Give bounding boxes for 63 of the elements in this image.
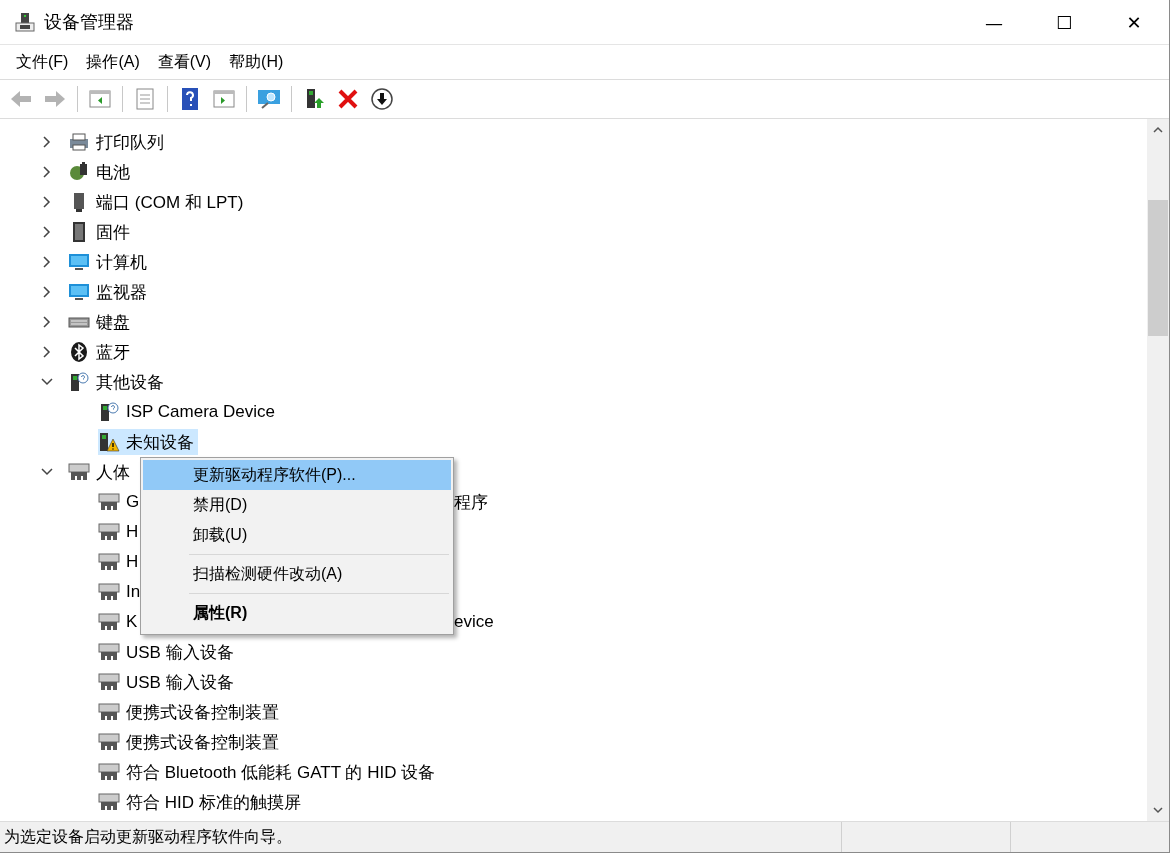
tree-item[interactable]: H	[98, 549, 143, 575]
context-menu-item[interactable]: 属性(R)	[143, 598, 451, 628]
menu-item[interactable]: 操作(A)	[78, 47, 148, 77]
printer-icon	[68, 131, 90, 153]
tree-item[interactable]: 蓝牙	[68, 339, 134, 365]
tree-item[interactable]: 端口 (COM 和 LPT)	[68, 189, 248, 215]
battery-icon	[68, 161, 90, 183]
tree-item[interactable]: G	[98, 489, 144, 515]
input-device-icon	[98, 521, 120, 543]
context-menu-item[interactable]: 禁用(D)	[143, 490, 451, 520]
unknown-device-icon	[68, 371, 90, 393]
context-menu-item[interactable]: 扫描检测硬件改动(A)	[143, 559, 451, 589]
input-device-icon	[98, 761, 120, 783]
tree-item[interactable]: 便携式设备控制装置	[98, 729, 283, 755]
tree-item[interactable]: 符合 HID 标准的触摸屏	[98, 789, 305, 815]
context-menu-item[interactable]: 更新驱动程序软件(P)...	[143, 460, 451, 490]
minimize-button[interactable]: —	[959, 0, 1029, 44]
input-device-icon	[98, 551, 120, 573]
input-device-icon	[98, 491, 120, 513]
tree-item[interactable]: 未知设备	[98, 429, 198, 455]
tree-item[interactable]: H	[98, 519, 143, 545]
input-device-icon	[68, 461, 90, 483]
bluetooth-icon	[68, 341, 90, 363]
scrollbar[interactable]	[1147, 119, 1169, 821]
tree-item[interactable]: 打印队列	[68, 129, 168, 155]
input-device-icon	[98, 791, 120, 813]
scroll-down-icon[interactable]	[1152, 804, 1164, 816]
tree-item[interactable]: 监视器	[68, 279, 151, 305]
tree-item-text: evice	[454, 612, 494, 632]
input-device-icon	[98, 581, 120, 603]
tree-item[interactable]: 便携式设备控制装置	[98, 699, 283, 725]
close-button[interactable]: ✕	[1099, 0, 1169, 44]
tree-item[interactable]: 键盘	[68, 309, 134, 335]
tree-item[interactable]: K	[98, 609, 142, 635]
tree-item[interactable]: 其他设备	[68, 369, 168, 395]
input-device-icon	[98, 641, 120, 663]
window-title: 设备管理器	[44, 11, 135, 34]
tree-item[interactable]: 固件	[68, 219, 134, 245]
input-device-icon	[98, 671, 120, 693]
unknown-device-icon	[98, 401, 120, 423]
menu-item[interactable]: 文件(F)	[8, 47, 77, 77]
device-manager-icon	[14, 11, 36, 33]
monitor-icon	[68, 251, 90, 273]
input-device-icon	[98, 611, 120, 633]
warning-device-icon	[98, 431, 120, 453]
input-device-icon	[98, 701, 120, 723]
status-text: 为选定设备启动更新驱动程序软件向导。	[3, 826, 293, 847]
input-device-icon	[98, 731, 120, 753]
tree-item[interactable]: 计算机	[68, 249, 151, 275]
tree-item[interactable]: 人体	[68, 459, 134, 485]
tree-item[interactable]: USB 输入设备	[98, 669, 238, 695]
tree-item[interactable]: ISP Camera Device	[98, 399, 279, 425]
context-menu-item[interactable]: 卸载(U)	[143, 520, 451, 550]
tree-item[interactable]: In	[98, 579, 145, 605]
menu-item[interactable]: 帮助(H)	[221, 47, 292, 77]
scrollbar-thumb[interactable]	[1148, 200, 1168, 336]
maximize-button[interactable]: ☐	[1029, 0, 1099, 44]
menu-item[interactable]: 查看(V)	[149, 47, 220, 77]
tree-item[interactable]: USB 输入设备	[98, 639, 238, 665]
monitor-icon	[68, 281, 90, 303]
tree-item[interactable]: 符合 Bluetooth 低能耗 GATT 的 HID 设备	[98, 759, 440, 785]
tree-item[interactable]: 电池	[68, 159, 134, 185]
tree-item-text: 程序	[454, 491, 488, 514]
